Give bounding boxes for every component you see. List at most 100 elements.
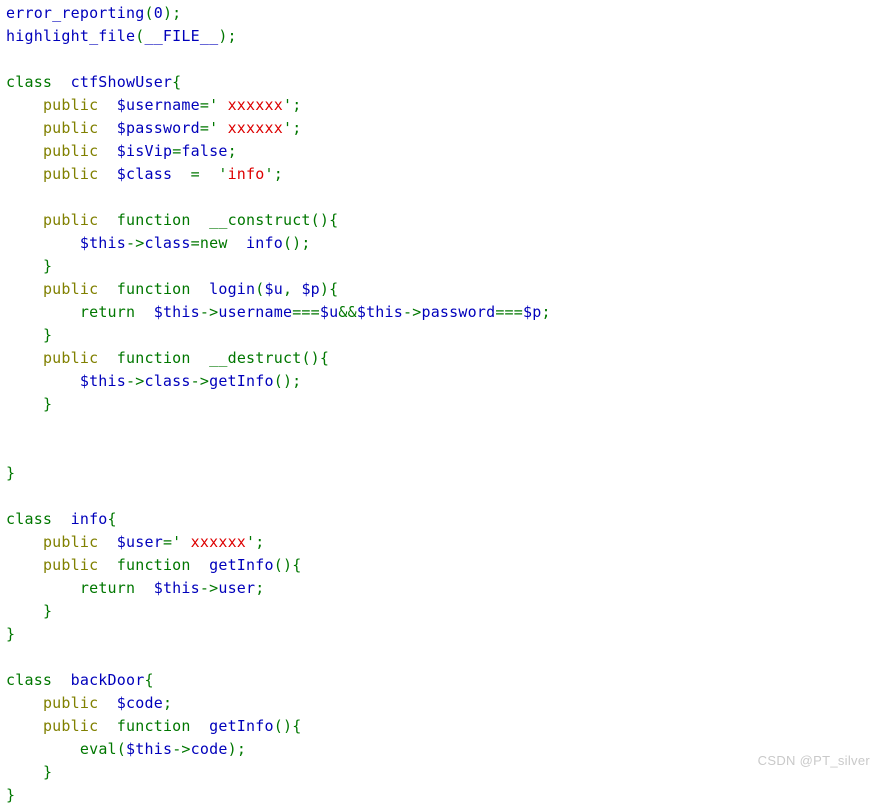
code-token-default bbox=[6, 763, 43, 781]
code-line: public function __construct(){ bbox=[6, 209, 884, 232]
code-token-default: $username bbox=[98, 96, 200, 114]
code-token-keyword: =' bbox=[162, 533, 182, 551]
code-token-keyword: } bbox=[42, 257, 53, 275]
code-token-keyword: __construct bbox=[209, 211, 311, 229]
code-token-keyword: (){ bbox=[273, 556, 302, 574]
code-token-default bbox=[98, 556, 116, 574]
code-token-keyword: && bbox=[338, 303, 357, 321]
code-token-default bbox=[98, 349, 116, 367]
code-token-default: 0 bbox=[153, 4, 163, 22]
code-token-keyword: ); bbox=[227, 740, 247, 758]
code-token-default: highlight_file bbox=[6, 27, 136, 45]
code-token-string: xxxxxx bbox=[181, 533, 247, 551]
code-line: public function __destruct(){ bbox=[6, 347, 884, 370]
code-token-public: public bbox=[42, 533, 99, 551]
code-token-keyword: { bbox=[107, 510, 117, 528]
code-token-default: code bbox=[190, 740, 228, 758]
code-token-keyword: function bbox=[116, 556, 191, 574]
code-line: } bbox=[6, 255, 884, 278]
code-line: public $password=' xxxxxx'; bbox=[6, 117, 884, 140]
code-token-default bbox=[98, 211, 116, 229]
code-token-keyword: } bbox=[42, 602, 53, 620]
code-token-default bbox=[6, 280, 43, 298]
code-token-keyword: , bbox=[282, 280, 293, 298]
code-token-default: false bbox=[181, 142, 228, 160]
code-token-default bbox=[6, 602, 43, 620]
code-token-default bbox=[98, 280, 116, 298]
code-token-default bbox=[6, 740, 80, 758]
code-token-keyword: { bbox=[172, 73, 182, 91]
code-token-default: $p bbox=[523, 303, 542, 321]
code-line: public $class = 'info'; bbox=[6, 163, 884, 186]
code-line: return $this->user; bbox=[6, 577, 884, 600]
code-token-default: $this bbox=[6, 234, 126, 252]
code-token-keyword: ){ bbox=[319, 280, 339, 298]
code-line: public function getInfo(){ bbox=[6, 715, 884, 738]
code-line: } bbox=[6, 600, 884, 623]
code-token-keyword: ; bbox=[162, 694, 173, 712]
code-token-keyword: ); bbox=[218, 27, 237, 45]
code-token-default bbox=[191, 211, 209, 229]
code-token-default bbox=[6, 533, 43, 551]
code-line: eval($this->code); bbox=[6, 738, 884, 761]
code-token-default: getInfo bbox=[190, 717, 274, 735]
code-token-default bbox=[6, 326, 43, 344]
code-token-keyword: (){ bbox=[273, 717, 302, 735]
code-token-default: $this bbox=[135, 579, 200, 597]
code-token-keyword: } bbox=[42, 326, 53, 344]
code-token-keyword: -> bbox=[190, 372, 210, 390]
code-token-keyword: (){ bbox=[301, 349, 330, 367]
code-token-default: username bbox=[218, 303, 293, 321]
code-token-default: class bbox=[144, 234, 191, 252]
code-token-default: login bbox=[190, 280, 256, 298]
code-token-default bbox=[6, 119, 43, 137]
code-line: class info{ bbox=[6, 508, 884, 531]
code-token-keyword: = ' bbox=[190, 165, 228, 183]
code-line: class ctfShowUser{ bbox=[6, 71, 884, 94]
code-token-keyword: -> bbox=[199, 303, 219, 321]
code-token-keyword: { bbox=[144, 671, 154, 689]
code-line: public $code; bbox=[6, 692, 884, 715]
code-token-keyword: '; bbox=[282, 119, 302, 137]
code-token-default bbox=[6, 257, 43, 275]
code-token-keyword: -> bbox=[403, 303, 422, 321]
code-token-keyword: ( bbox=[116, 740, 127, 758]
code-token-keyword: '; bbox=[264, 165, 283, 183]
code-token-keyword: function bbox=[116, 717, 191, 735]
code-token-keyword: === bbox=[495, 303, 524, 321]
code-token-default bbox=[6, 349, 43, 367]
code-token-default: info bbox=[227, 234, 283, 252]
code-token-default: $user bbox=[98, 533, 163, 551]
code-token-keyword: '; bbox=[246, 533, 265, 551]
code-line: public function login($u, $p){ bbox=[6, 278, 884, 301]
code-token-keyword: ); bbox=[162, 4, 182, 22]
code-token-keyword: function bbox=[116, 211, 191, 229]
code-token-default bbox=[6, 211, 43, 229]
code-token-default: password bbox=[421, 303, 496, 321]
code-token-default: $this bbox=[6, 372, 126, 390]
code-token-default: $this bbox=[356, 303, 403, 321]
code-token-string: xxxxxx bbox=[218, 96, 283, 114]
code-line: } bbox=[6, 761, 884, 784]
code-token-keyword: =' bbox=[199, 96, 219, 114]
code-token-keyword: -> bbox=[172, 740, 191, 758]
code-token-keyword: } bbox=[6, 464, 16, 482]
code-line: class backDoor{ bbox=[6, 669, 884, 692]
code-token-keyword: } bbox=[42, 763, 53, 781]
code-line: $this->class->getInfo(); bbox=[6, 370, 884, 393]
code-token-default bbox=[6, 96, 43, 114]
code-line: highlight_file(__FILE__); bbox=[6, 25, 884, 48]
code-token-public: public bbox=[42, 165, 99, 183]
code-token-keyword: === bbox=[292, 303, 320, 321]
code-token-default: $u bbox=[319, 303, 339, 321]
code-token-public: public bbox=[42, 119, 99, 137]
code-token-default bbox=[6, 694, 43, 712]
php-source-listing: error_reporting(0); highlight_file(__FILE… bbox=[6, 2, 884, 807]
code-token-default bbox=[6, 579, 80, 597]
code-token-string: xxxxxx bbox=[218, 119, 283, 137]
code-line: } bbox=[6, 784, 884, 807]
code-token-keyword: } bbox=[6, 625, 16, 643]
